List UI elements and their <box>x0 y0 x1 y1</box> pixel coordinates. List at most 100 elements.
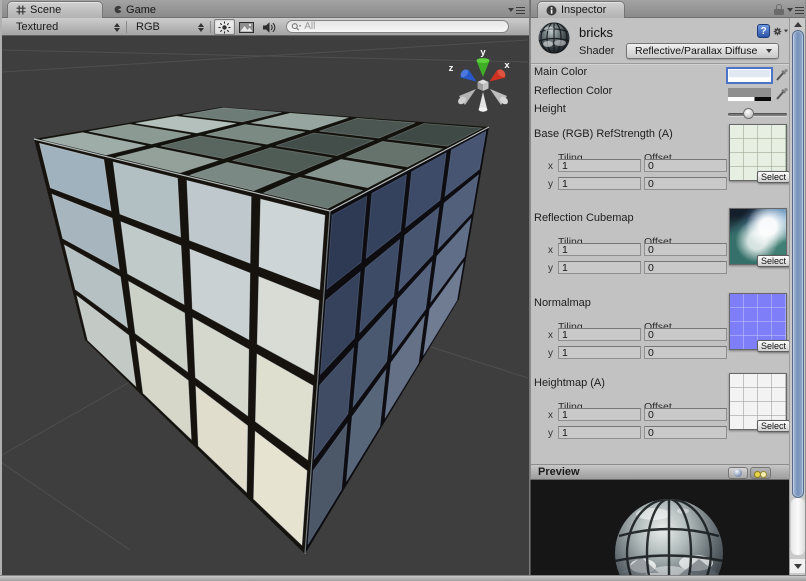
shader-value: Reflective/Parallax Diffuse <box>635 45 757 57</box>
search-icon[interactable] <box>291 22 302 32</box>
select-button[interactable]: Select <box>757 420 790 432</box>
tiling-y-field[interactable] <box>558 346 641 359</box>
svg-text:y: y <box>480 47 486 58</box>
inspector-scrollbar[interactable] <box>789 18 805 575</box>
material-name: bricks <box>579 25 613 40</box>
dropdown-arrow-icon <box>784 30 788 33</box>
axis-y-label: y <box>548 263 553 274</box>
tiling-y-field[interactable] <box>558 426 641 439</box>
offset-x-field[interactable] <box>644 159 727 172</box>
main-color-swatch[interactable] <box>728 69 771 82</box>
offset-y-field[interactable] <box>644 426 727 439</box>
axis-y-label: y <box>548 428 553 439</box>
lock-icon[interactable] <box>774 3 784 15</box>
inspector-tabstrip: Inspector <box>530 0 806 18</box>
channel-mode-value: RGB <box>136 21 160 33</box>
eyedropper-icon[interactable] <box>775 87 788 101</box>
slider-knob[interactable] <box>743 108 754 119</box>
popup-arrows-icon <box>198 23 204 32</box>
texture-section-heightmap: Heightmap (A) Tiling Offset x y Select <box>531 377 790 461</box>
offset-x-field[interactable] <box>644 408 727 421</box>
preview-title: Preview <box>538 466 580 478</box>
select-button[interactable]: Select <box>757 340 790 352</box>
lighting-toggle[interactable] <box>214 19 235 35</box>
menu-bars-icon <box>795 7 804 14</box>
tab-scene-label: Scene <box>30 4 61 16</box>
preview-sphere-render <box>531 480 789 575</box>
gear-menu-button[interactable] <box>773 24 789 38</box>
offset-y-field[interactable] <box>644 346 727 359</box>
offset-x-field[interactable] <box>644 243 727 256</box>
preview-viewport[interactable] <box>530 480 789 575</box>
gear-icon <box>773 25 782 38</box>
height-slider[interactable] <box>728 108 787 120</box>
info-icon <box>546 5 557 16</box>
select-button[interactable]: Select <box>757 255 790 267</box>
scene-panel-menu[interactable] <box>508 6 525 14</box>
skybox-toggle[interactable] <box>236 19 257 35</box>
shader-dropdown[interactable]: Reflective/Parallax Diffuse <box>626 43 779 59</box>
tiling-x-field[interactable] <box>558 408 641 421</box>
offset-y-field[interactable] <box>644 177 727 190</box>
menu-bars-icon <box>516 7 525 14</box>
height-label: Height <box>534 103 566 115</box>
section-title: Normalmap <box>534 297 591 309</box>
tiling-x-field[interactable] <box>558 243 641 256</box>
reflection-color-label: Reflection Color <box>534 85 612 97</box>
preview-sphere-button[interactable] <box>728 467 748 479</box>
axis-x-label: x <box>548 330 553 341</box>
select-button[interactable]: Select <box>757 171 790 183</box>
tab-inspector[interactable]: Inspector <box>537 1 625 18</box>
light-dot-icon <box>760 471 767 478</box>
reflection-color-swatch[interactable] <box>728 88 771 101</box>
render-mode-dropdown[interactable]: Textured <box>10 19 124 35</box>
unity-editor-window: Scene Game Textured RGB <box>0 0 806 581</box>
tiling-y-field[interactable] <box>558 261 641 274</box>
tab-scene[interactable]: Scene <box>7 1 103 18</box>
scroll-up-arrow[interactable] <box>790 18 806 30</box>
window-bottom-edge <box>0 575 806 581</box>
svg-text:z: z <box>449 63 454 74</box>
render-mode-value: Textured <box>16 21 58 33</box>
slider-rail <box>728 113 787 116</box>
section-title: Heightmap (A) <box>534 377 605 389</box>
audio-toggle[interactable] <box>258 19 279 35</box>
search-input[interactable] <box>304 21 504 32</box>
tiling-x-field[interactable] <box>558 328 641 341</box>
axis-y-label: y <box>548 348 553 359</box>
tab-inspector-label: Inspector <box>561 4 606 16</box>
scroll-down-arrow[interactable] <box>790 559 806 573</box>
sphere-icon <box>734 469 742 477</box>
inspector-panel: Inspector bricks Shader Reflective/Paral… <box>530 0 806 575</box>
scene-3d-render: yxz <box>2 36 529 575</box>
texture-section-normalmap: Normalmap Tiling Offset x y Select <box>531 297 790 381</box>
separator <box>531 63 790 64</box>
offset-y-field[interactable] <box>644 261 727 274</box>
dropdown-arrow-icon <box>508 8 514 12</box>
popup-arrows-icon <box>114 23 120 32</box>
scene-toolbar: Textured RGB <box>2 18 529 36</box>
help-button[interactable]: ? <box>757 24 770 38</box>
tiling-y-field[interactable] <box>558 177 641 190</box>
preview-header[interactable]: Preview <box>530 464 789 480</box>
dropdown-arrow-icon <box>766 49 772 53</box>
channel-mode-dropdown[interactable]: RGB <box>130 19 208 35</box>
image-icon <box>239 22 254 33</box>
scroll-track[interactable] <box>791 498 805 555</box>
scene-viewport[interactable]: yxz <box>2 36 529 575</box>
offset-x-field[interactable] <box>644 328 727 341</box>
axis-x-label: x <box>548 161 553 172</box>
inspector-body: bricks Shader Reflective/Parallax Diffus… <box>530 18 789 464</box>
sun-icon <box>218 21 231 34</box>
tab-game[interactable]: Game <box>106 1 164 18</box>
preview-lighting-button[interactable] <box>750 467 771 479</box>
axis-x-label: x <box>548 245 553 256</box>
texture-section-base: Base (RGB) RefStrength (A) Tiling Offset… <box>531 128 790 212</box>
eyedropper-icon[interactable] <box>775 68 788 82</box>
scene-panel: Scene Game Textured RGB <box>2 0 529 575</box>
scroll-thumb[interactable] <box>792 30 804 498</box>
scene-search <box>286 20 509 33</box>
window-edge <box>0 0 2 581</box>
inspector-panel-menu[interactable] <box>787 6 804 14</box>
tiling-x-field[interactable] <box>558 159 641 172</box>
